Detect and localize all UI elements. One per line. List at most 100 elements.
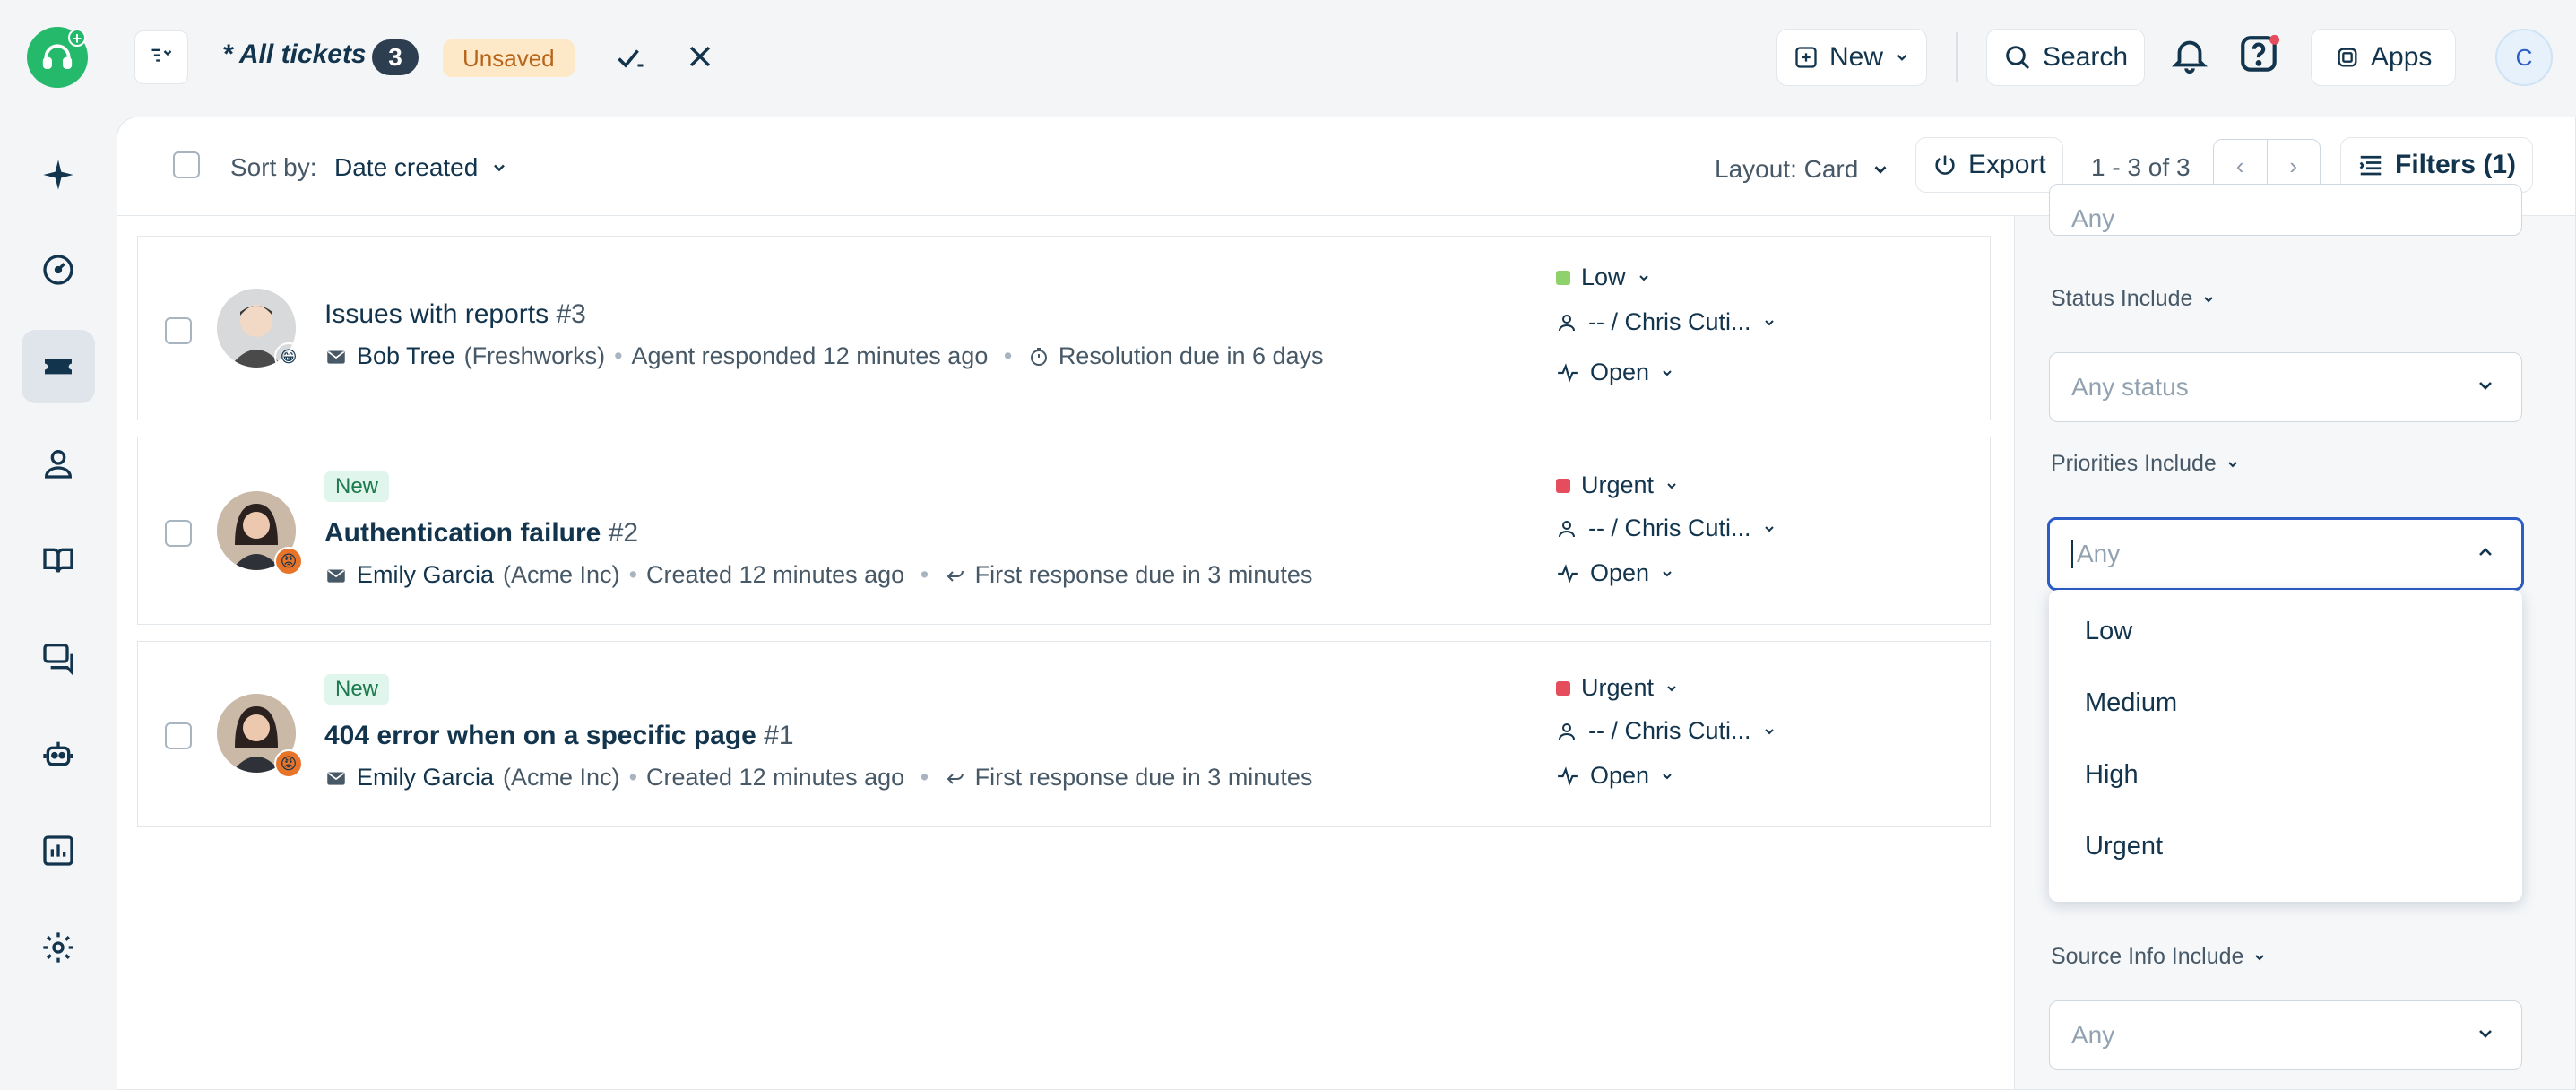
chevron-down-icon: [2479, 1030, 2492, 1038]
priorities-dropdown-menu: Low Medium High Urgent: [2049, 590, 2522, 902]
envelope-icon: [327, 569, 345, 583]
assignee-dropdown[interactable]: -- / Chris Cuti...: [1556, 717, 1776, 745]
bar-chart-icon: [43, 835, 73, 866]
source-filter-label[interactable]: Source Info Include: [2051, 944, 2267, 970]
priority-indicator: [1556, 478, 1570, 493]
ticket-count-badge: 3: [372, 39, 419, 75]
source-filter-field[interactable]: Any: [2049, 1000, 2522, 1070]
ticket-activity: Created 12 minutes ago: [646, 764, 905, 791]
status-dropdown[interactable]: Open: [1556, 359, 1674, 386]
requester-name[interactable]: Bob Tree: [357, 342, 455, 370]
ticket-subject[interactable]: Issues with reports #3: [324, 299, 586, 330]
priority-value: Urgent: [1581, 471, 1655, 498]
discard-view-button[interactable]: [685, 41, 715, 76]
agent-icon: [1559, 722, 1575, 740]
sort-dropdown[interactable]: Date created: [334, 153, 508, 182]
requester-company: (Acme Inc): [503, 764, 620, 791]
chevron-up-icon: [2479, 548, 2492, 556]
nav-reports[interactable]: [22, 814, 95, 887]
nav-tickets[interactable]: [22, 330, 95, 403]
apps-button-label: Apps: [2371, 42, 2433, 72]
nav-contacts[interactable]: [22, 427, 95, 500]
nav-bots[interactable]: [22, 717, 95, 791]
ticket-number: #3: [556, 299, 586, 329]
requester-name[interactable]: Emily Garcia: [357, 561, 494, 589]
priority-value: Low: [1581, 264, 1626, 290]
assignee-dropdown[interactable]: -- / Chris Cuti...: [1556, 515, 1776, 542]
sentiment-emoji: 😡: [274, 547, 303, 575]
chevron-down-icon: [1874, 166, 1887, 174]
ticket-checkbox[interactable]: [165, 520, 192, 547]
user-avatar[interactable]: C: [2495, 29, 2553, 86]
ticket-card[interactable]: 😁 Issues with reports #3 Bob Tree (Fresh…: [137, 236, 1991, 420]
status-filter-label[interactable]: Status Include: [2051, 286, 2216, 312]
ticket-card[interactable]: 😡 New 404 error when on a specific page …: [137, 641, 1991, 827]
chevron-down-icon: [2255, 954, 2265, 960]
assignee-value: -- / Chris Cuti...: [1588, 308, 1751, 335]
priorities-filter-label[interactable]: Priorities Include: [2051, 451, 2240, 477]
status-value: Open: [1590, 762, 1650, 789]
chevron-down-icon: [1764, 319, 1774, 325]
timer-icon: [1030, 347, 1047, 366]
agent-icon: [1559, 314, 1575, 331]
person-icon: [44, 450, 73, 479]
select-all-checkbox[interactable]: [173, 151, 200, 178]
ticket-meta: Emily Garcia (Acme Inc) • Created 12 min…: [324, 764, 1312, 792]
help-icon: [2241, 34, 2280, 72]
export-icon: [1935, 155, 1955, 175]
layout-dropdown[interactable]: Layout: Card: [1715, 155, 1890, 184]
chevron-down-icon: [1638, 274, 1648, 281]
assignee-dropdown[interactable]: -- / Chris Cuti...: [1556, 308, 1776, 336]
new-button[interactable]: New: [1776, 29, 1928, 86]
chevron-down-icon: [1663, 773, 1672, 779]
priority-option-low[interactable]: Low: [2085, 617, 2132, 646]
nav-ai-sparkle[interactable]: [22, 138, 95, 212]
status-dropdown[interactable]: Open: [1556, 762, 1674, 790]
status-dropdown[interactable]: Open: [1556, 559, 1674, 587]
status-filter-field[interactable]: Any status: [2049, 352, 2522, 422]
requester-name[interactable]: Emily Garcia: [357, 764, 494, 792]
apps-icon: [2338, 48, 2357, 67]
save-view-button[interactable]: [615, 41, 647, 78]
priority-dropdown[interactable]: Urgent: [1556, 674, 1679, 702]
priority-dropdown[interactable]: Low: [1556, 264, 1651, 291]
envelope-icon: [327, 772, 345, 785]
priority-dropdown[interactable]: Urgent: [1556, 471, 1679, 499]
ticket-checkbox[interactable]: [165, 722, 192, 749]
ticket-card[interactable]: 😡 New Authentication failure #2 Emily Ga…: [137, 437, 1991, 625]
priority-option-urgent[interactable]: Urgent: [2085, 832, 2163, 861]
status-value: Open: [1590, 559, 1650, 586]
priority-option-high[interactable]: High: [2085, 760, 2139, 790]
requester-company: (Acme Inc): [503, 561, 620, 588]
text-cursor: [2071, 540, 2073, 568]
priorities-filter-input[interactable]: Any: [2047, 517, 2524, 591]
search-button[interactable]: Search: [1986, 29, 2146, 86]
agent-icon: [1559, 520, 1575, 537]
ticket-subject[interactable]: 404 error when on a specific page #1: [324, 721, 794, 751]
chevron-down-icon: [494, 164, 506, 172]
priority-option-medium[interactable]: Medium: [2085, 688, 2177, 718]
book-icon: [43, 548, 73, 573]
ticket-subject[interactable]: Authentication failure #2: [324, 518, 638, 549]
toggle-views-button[interactable]: [134, 30, 188, 84]
chevron-down-icon: [1663, 570, 1672, 576]
export-button[interactable]: Export: [1915, 137, 2063, 193]
nav-dashboard[interactable]: [22, 233, 95, 307]
ticket-checkbox[interactable]: [165, 317, 192, 344]
nav-settings[interactable]: [22, 911, 95, 984]
notifications-button[interactable]: [2169, 34, 2210, 80]
previous-filter-field[interactable]: Any: [2049, 184, 2522, 236]
ticket-activity: Created 12 minutes ago: [646, 561, 905, 588]
help-button[interactable]: [2237, 32, 2282, 82]
freshdesk-logo[interactable]: +: [27, 27, 88, 88]
filter-lines-icon: [2359, 155, 2382, 176]
chevron-down-icon: [1663, 369, 1672, 376]
nav-knowledge-base[interactable]: [22, 523, 95, 597]
apps-button[interactable]: Apps: [2311, 29, 2457, 86]
nav-conversations[interactable]: [22, 620, 95, 694]
status-value: Open: [1590, 359, 1650, 385]
gauge-icon: [43, 255, 73, 285]
sla-status: First response due in 3 minutes: [974, 561, 1313, 588]
ticket-meta: Bob Tree (Freshworks) • Agent responded …: [324, 342, 1324, 370]
bell-icon: [2172, 40, 2208, 74]
